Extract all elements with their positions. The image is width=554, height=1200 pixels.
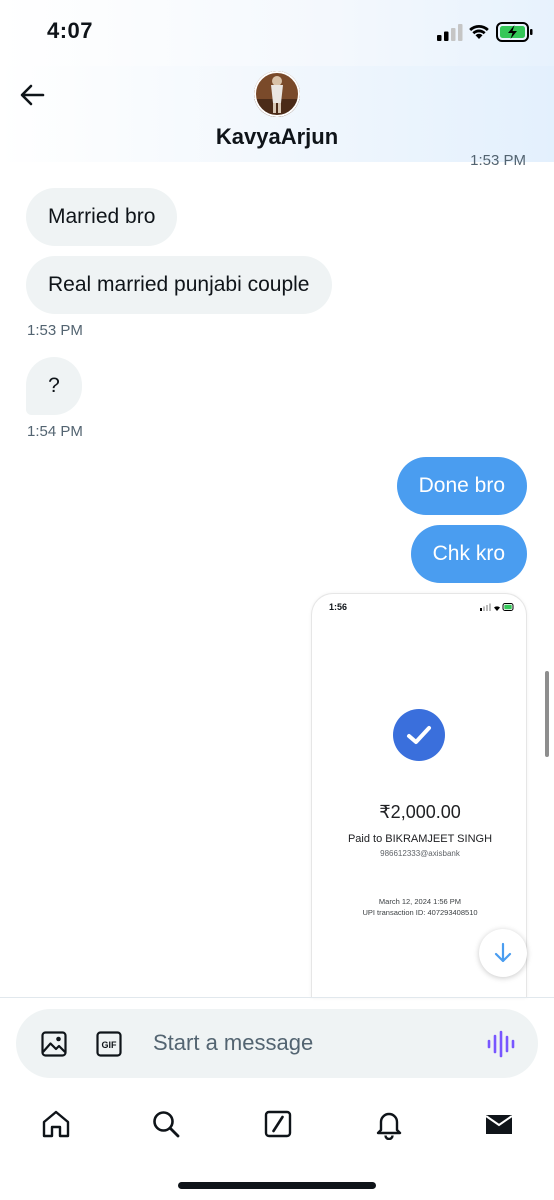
- cellular-signal-icon: [437, 24, 463, 41]
- incoming-message[interactable]: Real married punjabi couple: [26, 256, 332, 314]
- attachment-status-time: 1:56: [329, 602, 348, 612]
- message-composer: GIF: [16, 1009, 538, 1078]
- outgoing-message[interactable]: Chk kro: [410, 525, 527, 583]
- home-indicator: [178, 1182, 376, 1189]
- scroll-to-bottom-button[interactable]: [479, 929, 527, 977]
- avatar-image: [254, 71, 300, 117]
- incoming-message[interactable]: ?: [26, 357, 82, 415]
- payment-success-icon: [393, 709, 445, 761]
- gif-label: GIF: [102, 1040, 118, 1050]
- arrow-down-icon: [494, 942, 512, 963]
- tab-home[interactable]: [36, 1104, 76, 1144]
- tab-grok[interactable]: [258, 1104, 298, 1144]
- divider: [0, 997, 554, 998]
- payment-date: March 12, 2024 1:56 PM: [378, 897, 462, 906]
- home-icon: [42, 1110, 70, 1138]
- message-timestamp: 1:54 PM: [27, 423, 83, 440]
- contact-name[interactable]: KavyaArjun: [0, 124, 554, 150]
- status-time: 4:07: [47, 18, 94, 43]
- status-bar: 4:07: [0, 0, 554, 66]
- bottom-tab-bar: [0, 1090, 554, 1160]
- wifi-icon: [469, 24, 489, 39]
- search-icon: [153, 1111, 180, 1138]
- incoming-message[interactable]: Married bro: [26, 188, 178, 246]
- grok-icon: [264, 1110, 292, 1138]
- tab-messages[interactable]: [479, 1104, 519, 1144]
- voice-waveform-icon[interactable]: [486, 1030, 516, 1058]
- attachment-status-icons: [480, 603, 514, 611]
- back-arrow-icon[interactable]: [18, 80, 48, 110]
- checkmark-icon: [407, 726, 431, 744]
- bell-icon: [376, 1112, 402, 1140]
- image-icon[interactable]: [40, 1030, 68, 1058]
- message-timestamp: 1:53 PM: [27, 322, 83, 339]
- payment-amount: ₹2,000.00: [379, 802, 461, 822]
- scrollbar[interactable]: [545, 671, 549, 757]
- tab-search[interactable]: [146, 1104, 186, 1144]
- envelope-icon: [485, 1115, 513, 1134]
- payment-payee: Paid to BIKRAMJEET SINGH: [347, 833, 493, 845]
- chat-header: KavyaArjun: [0, 66, 554, 162]
- payment-transaction-id: UPI transaction ID: 407293408510: [362, 908, 478, 917]
- payment-upi-id: 986612333@axisbank: [380, 849, 460, 858]
- gif-icon[interactable]: GIF: [95, 1030, 123, 1058]
- outgoing-message[interactable]: Done bro: [396, 457, 527, 515]
- tab-notifications[interactable]: [369, 1104, 409, 1144]
- message-input[interactable]: [153, 1026, 473, 1060]
- avatar[interactable]: [254, 71, 300, 117]
- battery-charging-icon: [496, 22, 533, 42]
- message-timestamp: 1:53 PM: [470, 152, 526, 169]
